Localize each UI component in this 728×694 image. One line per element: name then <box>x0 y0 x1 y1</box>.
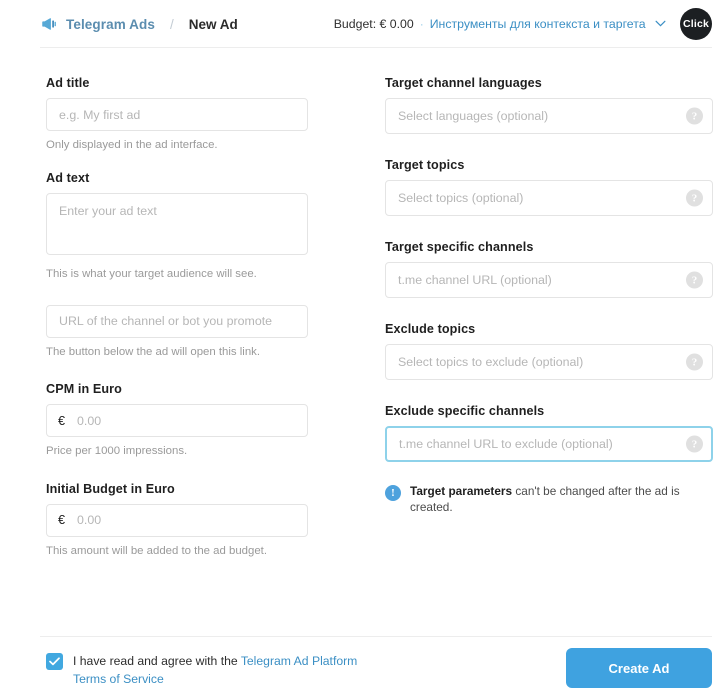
help-icon[interactable]: ? <box>686 271 703 289</box>
cpm-input[interactable] <box>46 404 308 438</box>
exclude-specific-channels-wrap: ? <box>385 426 713 462</box>
info-icon: ! <box>385 485 401 501</box>
help-icon[interactable]: ? <box>686 435 703 453</box>
initial-budget-hint: This amount will be added to the ad budg… <box>46 544 267 557</box>
user-avatar[interactable]: Click <box>680 8 712 40</box>
initial-budget-label: Initial Budget in Euro <box>46 481 175 496</box>
help-icon[interactable]: ? <box>686 107 703 125</box>
cpm-hint: Price per 1000 impressions. <box>46 445 188 458</box>
breadcrumb: Telegram Ads / New Ad <box>40 15 238 33</box>
cpm-input-wrap: € <box>46 404 308 438</box>
terms-text: I have read and agree with the Telegram … <box>73 652 376 689</box>
ad-url-input[interactable] <box>46 304 308 338</box>
terms-prefix: I have read and agree with the <box>73 654 241 668</box>
ad-title-hint: Only displayed in the ad interface. <box>46 139 218 151</box>
breadcrumb-separator: / <box>169 16 174 32</box>
new-ad-page: Telegram Ads / New Ad Budget: € 0.00 · И… <box>0 0 728 694</box>
ad-url-hint: The button below the ad will open this l… <box>46 345 261 358</box>
exclude-topics-field: Exclude topics ? <box>385 322 713 380</box>
cpm-field: CPM in Euro € Price per 1000 impressions… <box>46 382 308 459</box>
initial-budget-input[interactable] <box>46 503 308 537</box>
create-ad-button[interactable]: Create Ad <box>566 648 712 688</box>
help-icon[interactable]: ? <box>686 189 703 207</box>
exclude-specific-channels-field: Exclude specific channels ? <box>385 404 713 462</box>
ad-title-label: Ad title <box>46 76 90 90</box>
terms-agreement: I have read and agree with the Telegram … <box>46 652 376 689</box>
ad-title-field: Ad title Only displayed in the ad interf… <box>46 76 308 153</box>
target-topics-field: Target topics ? <box>385 158 713 216</box>
target-topics-wrap: ? <box>385 180 713 216</box>
app-header: Telegram Ads / New Ad Budget: € 0.00 · И… <box>0 0 728 48</box>
exclude-topics-label: Exclude topics <box>385 322 476 336</box>
notice-bold: Target parameters <box>410 484 513 498</box>
ad-text-label: Ad text <box>46 171 90 186</box>
target-specific-channels-input[interactable] <box>385 262 713 298</box>
tools-menu-label: Инструменты для контекста и таргета <box>429 17 646 31</box>
footer-divider <box>40 636 712 637</box>
terms-checkbox[interactable] <box>46 653 63 670</box>
ad-title-input[interactable] <box>46 98 308 131</box>
cpm-label: CPM in Euro <box>46 382 122 397</box>
target-languages-wrap: ? <box>385 98 713 134</box>
megaphone-icon <box>40 15 58 33</box>
target-specific-channels-wrap: ? <box>385 262 713 298</box>
target-topics-input[interactable] <box>385 180 713 216</box>
target-parameters-notice: ! Target parameters can't be changed aft… <box>385 484 713 516</box>
exclude-topics-wrap: ? <box>385 344 713 380</box>
notice-text: Target parameters can't be changed after… <box>410 484 713 516</box>
breadcrumb-telegram-ads[interactable]: Telegram Ads <box>66 17 155 32</box>
chevron-down-icon <box>655 16 666 30</box>
budget-separator-dot: · <box>419 17 424 31</box>
help-icon[interactable]: ? <box>686 353 703 371</box>
target-specific-channels-label: Target specific channels <box>385 240 534 254</box>
budget-label: Budget: € 0.00 <box>333 17 414 31</box>
page-footer: I have read and agree with the Telegram … <box>46 648 712 689</box>
breadcrumb-new-ad: New Ad <box>188 16 238 32</box>
target-specific-channels-field: Target specific channels ? <box>385 240 713 298</box>
target-languages-label: Target channel languages <box>385 76 542 90</box>
ad-url-field: The button below the ad will open this l… <box>46 304 308 360</box>
exclude-specific-channels-input[interactable] <box>385 426 713 462</box>
tools-menu-link[interactable]: Инструменты для контекста и таргета <box>430 17 666 31</box>
target-topics-label: Target topics <box>385 158 465 172</box>
ad-text-field: Ad text This is what your target audienc… <box>46 171 308 282</box>
target-languages-field: Target channel languages ? <box>385 76 713 134</box>
initial-budget-input-wrap: € <box>46 503 308 537</box>
initial-budget-field: Initial Budget in Euro € This amount wil… <box>46 482 308 559</box>
ad-text-hint: This is what your target audience will s… <box>46 268 257 281</box>
exclude-topics-input[interactable] <box>385 344 713 380</box>
target-languages-input[interactable] <box>385 98 713 134</box>
header-divider <box>40 47 712 48</box>
targeting-column: Target channel languages ? Target topics… <box>385 76 713 516</box>
exclude-specific-channels-label: Exclude specific channels <box>385 404 545 418</box>
header-right-group: Budget: € 0.00 · Инструменты для контекс… <box>334 8 712 40</box>
ad-text-textarea[interactable] <box>46 193 308 256</box>
ad-content-column: Ad title Only displayed in the ad interf… <box>46 76 308 577</box>
